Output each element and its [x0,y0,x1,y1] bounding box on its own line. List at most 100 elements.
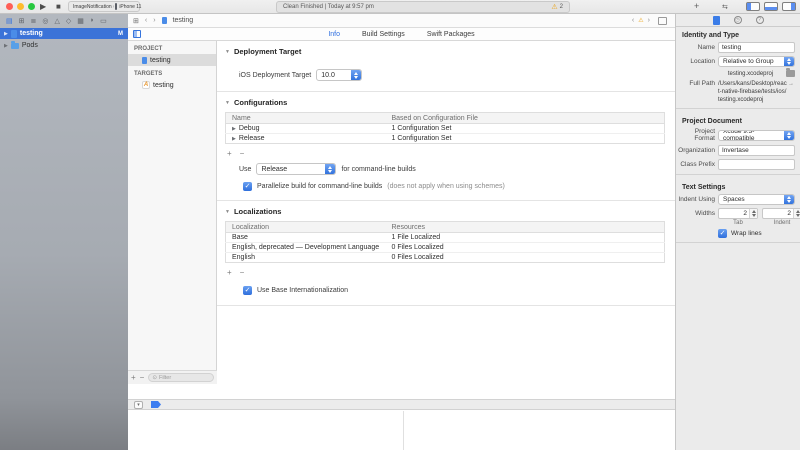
location-label: Location [676,58,718,65]
tab-swift-packages[interactable]: Swift Packages [427,31,475,38]
organization-field[interactable] [718,145,795,156]
related-items-icon[interactable]: ⊞ [133,17,139,25]
panel-filter-field[interactable]: ⊙ Filter [148,373,214,382]
name-label: Name [676,44,718,51]
remove-localization-button[interactable]: − [240,268,245,278]
disclosure-triangle-icon[interactable]: ▼ [225,209,230,215]
choose-location-folder-icon[interactable] [786,70,795,77]
code-review-icon[interactable] [658,17,667,25]
table-row[interactable]: ▶Debug 1 Configuration Set [226,124,665,134]
table-row[interactable]: English 0 Files Localized [226,253,665,263]
table-row[interactable]: ▶Release 1 Configuration Set [226,134,665,144]
disclosure-triangle-icon[interactable]: ▶ [4,31,8,37]
base-internationalization-checkbox[interactable]: ✓ [243,286,252,295]
toggle-inspector-button[interactable] [782,2,796,11]
zoom-window-button[interactable] [28,3,35,10]
full-path-arrow-icon[interactable]: → [787,80,795,88]
section-title: Deployment Target [234,47,301,56]
localization-resources: 0 Files Localized [386,253,665,263]
column-header-localization[interactable]: Localization [226,222,386,233]
table-row[interactable]: English, deprecated — Development Langua… [226,243,665,253]
inspector-fill [791,3,795,10]
disclosure-triangle-icon[interactable]: ▶ [232,126,236,132]
tab-build-settings[interactable]: Build Settings [362,31,405,38]
wrap-lines-checkbox[interactable]: ✓ [718,229,727,238]
editor-orientation-button[interactable]: ⇆ [722,1,728,14]
project-row-pods[interactable]: ▶ Pods [0,40,128,51]
stepper-arrows-icon[interactable] [793,209,800,218]
forward-button[interactable]: › [153,17,155,24]
add-localization-button[interactable]: + [227,268,232,278]
breakpoints-toggle-icon[interactable] [151,401,161,408]
breakpoint-navigator-icon[interactable]: ◗ [90,17,94,24]
close-window-button[interactable] [6,3,13,10]
add-configuration-button[interactable]: + [227,149,232,159]
panel-project-testing[interactable]: testing [128,54,216,66]
source-control-navigator-icon[interactable]: ⊞ [19,17,25,25]
indent-using-popup[interactable]: Spaces [718,194,795,205]
disclosure-triangle-icon[interactable]: ▼ [225,49,230,55]
table-row[interactable]: Base 1 File Localized [226,233,665,243]
report-navigator-icon[interactable]: ▭ [100,17,107,25]
issues-summary[interactable]: ⚠ 2 [551,3,563,11]
debug-navigator-icon[interactable]: ▦ [77,17,84,25]
indent-width-stepper[interactable]: 2 [762,208,800,219]
disclosure-triangle-icon[interactable]: ▶ [4,43,8,49]
debug-area-divider[interactable] [403,411,404,450]
stop-button[interactable]: ■ [56,0,61,14]
jumpbar-file-name[interactable]: testing [173,17,194,24]
history-inspector-icon[interactable]: ◷ [734,16,742,24]
minimize-window-button[interactable] [17,3,24,10]
stepper-arrows-icon[interactable] [749,209,757,218]
tab-width-stepper[interactable]: 2 [718,208,758,219]
command-line-config-popup[interactable]: Release [256,163,336,175]
test-navigator-icon[interactable]: ◇ [66,17,71,25]
panel-target-testing[interactable]: A testing [128,79,216,91]
back-button[interactable]: ‹ [145,17,147,24]
issue-navigator-icon[interactable]: △ [54,17,59,25]
ios-deployment-target-popup[interactable]: 10.0 [316,69,362,81]
localizations-section-header[interactable]: ▼ Localizations [217,201,675,221]
toggle-navigator-button[interactable] [746,2,760,11]
configurations-section-header[interactable]: ▼ Configurations [217,92,675,112]
class-prefix-field[interactable] [718,159,795,170]
find-navigator-icon[interactable]: ◎ [42,17,48,25]
navigator-tab-bar: ▤ ⊞ ≣ ◎ △ ◇ ▦ ◗ ▭ [0,14,128,27]
toggle-debug-area-button[interactable] [764,2,778,11]
quick-help-inspector-icon[interactable]: ? [756,16,764,24]
wrap-lines-label: Wrap lines [731,230,762,237]
tab-column-label: Tab [718,220,758,226]
hide-debug-area-button[interactable]: ▾ [134,401,143,409]
project-info-editor: ▼ Deployment Target iOS Deployment Targe… [217,41,675,399]
file-inspector-icon[interactable] [713,16,720,25]
column-header-resources[interactable]: Resources [386,222,665,233]
full-path-value: /Users/kans/Desktop/react-native-firebas… [718,80,787,104]
localization-name: English [226,253,386,263]
location-popup[interactable]: Relative to Group [718,56,795,67]
deployment-target-section-header[interactable]: ▼ Deployment Target [217,41,675,61]
issue-forward-button[interactable]: › [648,17,650,24]
targets-section-header: TARGETS [128,66,216,79]
scheme-selector[interactable]: ImageNotification › iPhone 11 [68,1,140,12]
project-row-testing[interactable]: ▶ testing M [0,28,128,39]
remove-target-button[interactable]: − [140,373,145,383]
scheme-chevron: › [113,4,115,10]
project-navigator-icon[interactable]: ▤ [6,17,13,25]
organization-label: Organization [676,147,718,154]
column-header-based-on[interactable]: Based on Configuration File [386,113,665,124]
name-field[interactable] [718,42,795,53]
symbol-navigator-icon[interactable]: ≣ [31,17,37,25]
inspector-divider [676,108,800,109]
tab-info[interactable]: Info [328,31,340,38]
add-editor-button[interactable]: + [694,0,699,13]
project-format-popup[interactable]: Xcode 9.3-compatible [718,130,795,141]
parallelize-checkbox[interactable]: ✓ [243,182,252,191]
run-button[interactable]: ▶ [40,0,46,14]
pods-row-label: Pods [22,42,38,49]
issue-back-button[interactable]: ‹ [632,17,634,24]
add-target-button[interactable]: + [131,373,136,383]
disclosure-triangle-icon[interactable]: ▼ [225,100,230,106]
column-header-name[interactable]: Name [226,113,386,124]
disclosure-triangle-icon[interactable]: ▶ [232,136,236,142]
remove-configuration-button[interactable]: − [240,149,245,159]
